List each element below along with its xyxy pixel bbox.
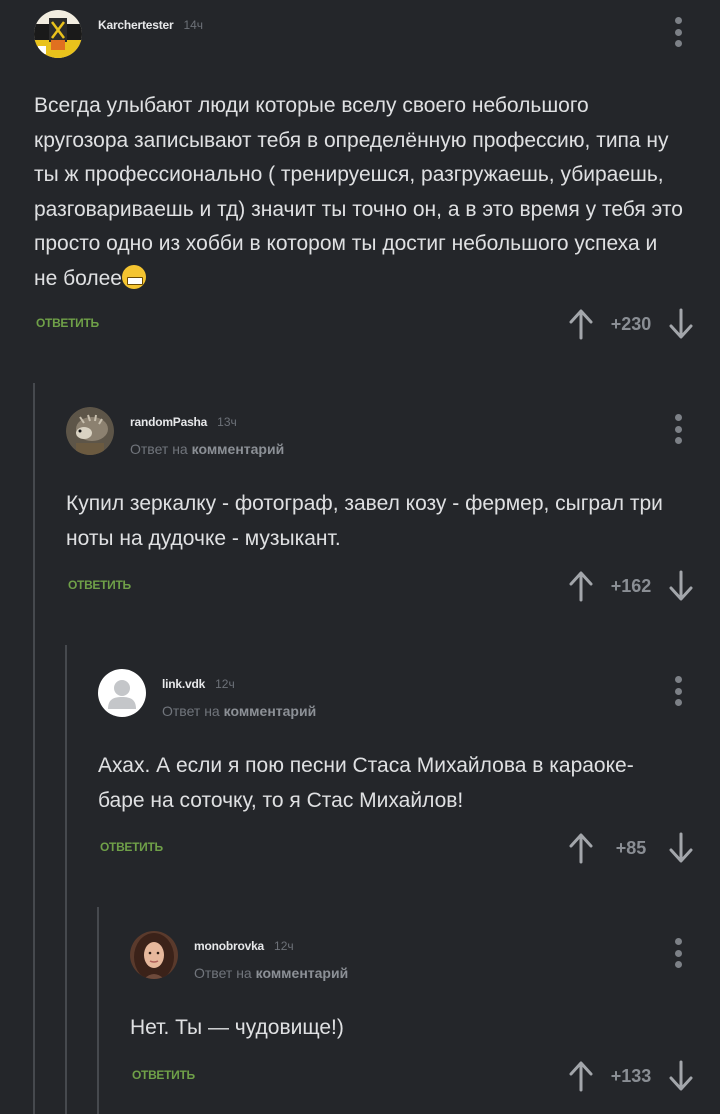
comment-text: Нет. Ты — чудовище!) [130,1016,344,1039]
username[interactable]: link.vdk [162,677,205,691]
timestamp: 14ч [183,18,204,32]
arrow-up-icon[interactable] [566,304,596,344]
comments-page: Karchertester 14ч Всегда улыбают люди ко… [0,0,720,1114]
username[interactable]: randomPasha [130,415,207,429]
hedgehog-avatar-image [66,407,114,455]
default-user-avatar-image [98,669,146,717]
arrow-down-icon[interactable] [666,304,696,344]
reply-to-info: Ответ на комментарий [162,703,316,719]
reply-prefix: Ответ на [130,441,188,457]
comment-text: Ахах. А если я пою песни Стаса Михайлова… [98,754,634,812]
user-avatar[interactable] [66,407,114,455]
comment-body: Всегда улыбают люди которые вселу своего… [34,89,684,296]
comment-header: randomPasha 13ч Ответ на комментарий [66,407,284,457]
comment-header: monobrovka 12ч Ответ на комментарий [130,931,348,981]
comment-footer: ОТВЕТИТЬ +230 [36,304,696,344]
arrow-up-icon[interactable] [566,828,596,868]
comment-header: Karchertester 14ч [34,10,203,58]
arrow-up-icon[interactable] [566,1056,596,1096]
more-vertical-icon[interactable] [674,938,682,968]
username[interactable]: monobrovka [194,939,264,953]
comment-body: Нет. Ты — чудовище!) [130,1011,670,1046]
timestamp: 13ч [217,415,237,429]
score: +133 [610,1065,652,1086]
thread-line [65,645,67,1114]
vote-controls: +162 [566,566,696,606]
comment-footer: ОТВЕТИТЬ +162 [68,566,696,606]
comment-header: link.vdk 12ч Ответ на комментарий [98,669,316,719]
user-avatar[interactable] [98,669,146,717]
vote-controls: +85 [566,828,696,868]
comment-body: Ахах. А если я пою песни Стаса Михайлова… [98,749,678,818]
username[interactable]: Karchertester [98,18,174,32]
vote-controls: +133 [566,1056,696,1096]
thread-line [33,383,35,1114]
comment-footer: ОТВЕТИТЬ +133 [132,1056,696,1096]
arrow-down-icon[interactable] [666,566,696,606]
reply-button[interactable]: ОТВЕТИТЬ [100,840,163,854]
comment-footer: ОТВЕТИТЬ +85 [100,828,696,868]
karchertester-avatar-image [34,10,82,58]
reply-prefix: Ответ на [162,703,220,719]
comment-text: Купил зеркалку - фотограф, завел козу - … [66,492,663,550]
reply-target-link[interactable]: комментарий [224,703,317,719]
comment-text: Всегда улыбают люди которые вселу своего… [34,94,683,290]
reply-prefix: Ответ на [194,965,252,981]
grinning-face-emoji [121,264,146,289]
reply-target-link[interactable]: комментарий [256,965,349,981]
score: +85 [615,837,647,858]
vote-controls: +230 [566,304,696,344]
reply-button[interactable]: ОТВЕТИТЬ [68,578,131,592]
reply-button[interactable]: ОТВЕТИТЬ [36,316,99,330]
arrow-up-icon[interactable] [566,566,596,606]
timestamp: 12ч [215,677,235,691]
more-vertical-icon[interactable] [674,17,682,47]
timestamp: 12ч [274,939,294,953]
user-avatar[interactable] [34,10,82,58]
thread-line [97,907,99,1114]
woman-photo-avatar-image [130,931,178,979]
arrow-down-icon[interactable] [666,828,696,868]
more-vertical-icon[interactable] [674,676,682,706]
comment-body: Купил зеркалку - фотограф, завел козу - … [66,487,696,556]
arrow-down-icon[interactable] [666,1056,696,1096]
user-avatar[interactable] [130,931,178,979]
reply-target-link[interactable]: комментарий [192,441,285,457]
reply-to-info: Ответ на комментарий [194,965,348,981]
reply-button[interactable]: ОТВЕТИТЬ [132,1068,195,1082]
more-vertical-icon[interactable] [674,414,682,444]
score: +162 [610,575,652,596]
score: +230 [610,313,652,334]
reply-to-info: Ответ на комментарий [130,441,284,457]
